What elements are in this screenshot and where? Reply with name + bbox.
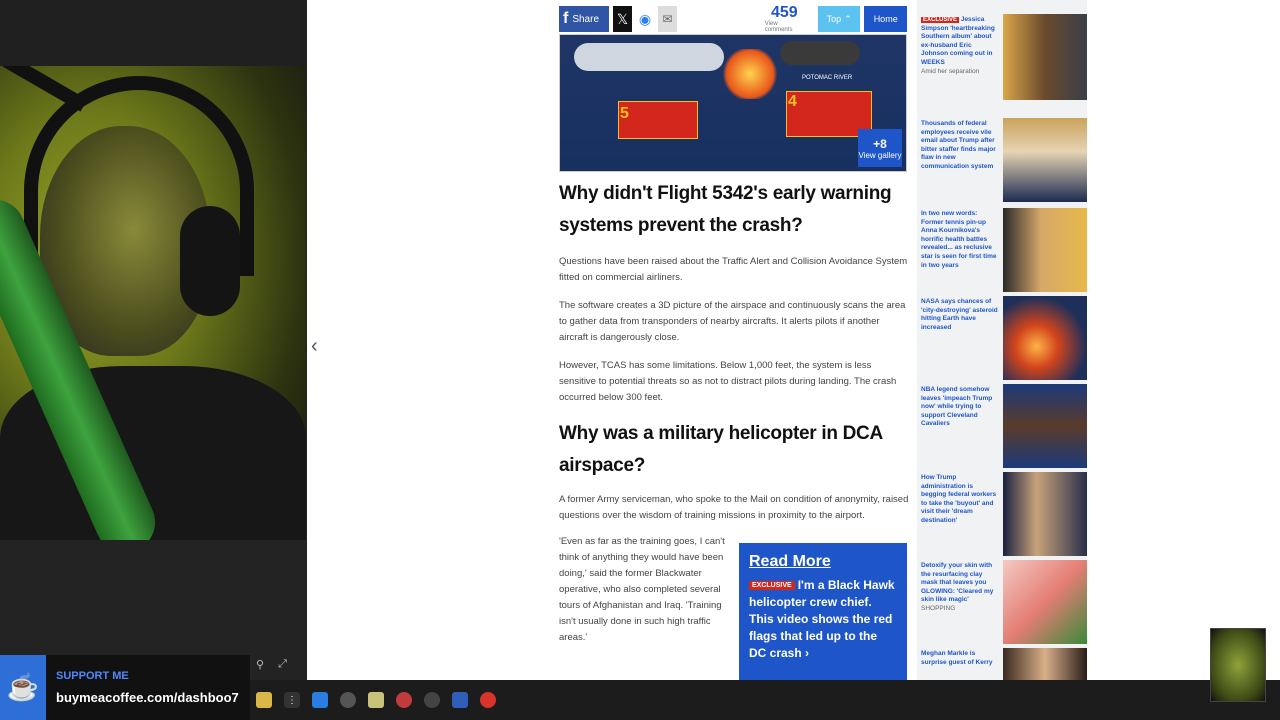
share-label: Share — [572, 13, 600, 25]
headphone-ear — [180, 206, 240, 316]
support-url: buymeacoffee.com/dashboo7 — [56, 690, 239, 705]
rail-item[interactable]: Meghan Markle is surprise guest of Kerry — [917, 648, 1087, 680]
step-4-number: 4 — [788, 93, 797, 110]
x-share-button[interactable]: 𝕏 — [613, 6, 632, 32]
gallery-label: View gallery — [858, 150, 902, 160]
rail-item[interactable]: Detoxify your skin with the resurfacing … — [917, 560, 1087, 646]
rail-item-text: Meghan Markle is surprise guest of Kerry — [921, 650, 993, 666]
settings-icon[interactable] — [424, 692, 440, 708]
rail-item[interactable]: Thousands of federal employees receive v… — [917, 118, 1087, 204]
comment-count[interactable]: 459 View comments — [764, 4, 804, 34]
edge-icon[interactable] — [312, 692, 328, 708]
rail-thumbnail[interactable] — [1003, 384, 1087, 468]
email-share-button[interactable]: ✉ — [658, 6, 677, 32]
paragraph: A former Army serviceman, who spoke to t… — [559, 494, 909, 521]
gallery-count: +8 — [873, 136, 887, 151]
nav-left-icon[interactable]: ‹ — [311, 335, 318, 358]
read-more-title[interactable]: Read More — [749, 553, 897, 571]
share-bar: f Share 𝕏 ◉ ✉ 459 View comments Top ⌃ Ho… — [559, 5, 907, 33]
rail-thumbnail[interactable] — [1003, 14, 1087, 100]
support-panel: ☕ SUPPORT ME buymeacoffee.com/dashboo7 — [0, 655, 250, 720]
step-5-box — [618, 101, 698, 139]
read-more-box[interactable]: Read More EXCLUSIVE I'm a Black Hawk heli… — [739, 543, 907, 680]
top-button[interactable]: Top ⌃ — [817, 6, 861, 32]
exclusive-badge: EXCLUSIVE — [749, 581, 795, 591]
expand-icon[interactable]: ⤢ — [278, 658, 287, 671]
top-label: Top — [826, 14, 842, 24]
chrome-icon[interactable] — [480, 692, 496, 708]
messenger-share-button[interactable]: ◉ — [636, 6, 655, 32]
terminal-icon[interactable]: ⋮ — [284, 692, 300, 708]
heading-military-helicopter: Why was a military helicopter in DCA air… — [559, 423, 883, 476]
rail-item-sub: Amid her separation — [921, 67, 980, 75]
rail-item[interactable]: NASA says chances of 'city-destroying' a… — [917, 296, 1087, 382]
screen: ☕ SUPPORT ME buymeacoffee.com/dashboo7 ⚲… — [0, 0, 1280, 720]
paragraph: However, TCAS has some limitations. Belo… — [559, 360, 897, 403]
rail-item-text: In two new words: Former tennis pin-up A… — [921, 210, 997, 269]
view-gallery-button[interactable]: +8 View gallery — [858, 129, 902, 167]
rail-item[interactable]: EXCLUSIVE Jessica Simpson 'heartbreaking… — [917, 14, 1087, 104]
step-5-number: 5 — [620, 105, 629, 122]
coffee-cup-icon: ☕ — [0, 655, 46, 720]
home-label: Home — [873, 14, 898, 24]
facebook-icon: f — [563, 10, 569, 27]
support-label: SUPPORT ME — [56, 670, 129, 682]
comment-count-sub: View comments — [764, 21, 793, 33]
webcam-feed — [0, 66, 306, 540]
read-more-text: I'm a Black Hawk helicopter crew chief. … — [749, 578, 895, 661]
rail-item-text: Thousands of federal employees receive v… — [921, 120, 996, 170]
folder-icon[interactable] — [256, 692, 272, 708]
explosion-shape — [720, 49, 780, 99]
rail-item-text: NBA legend somehow leaves 'impeach Trump… — [921, 386, 993, 428]
rail-thumbnail[interactable] — [1003, 648, 1087, 680]
app-icon[interactable] — [396, 692, 412, 708]
chart-app-icon[interactable] — [452, 692, 468, 708]
rail-item-text: NASA says chances of 'city-destroying' a… — [921, 298, 998, 331]
heading-warning-systems: Why didn't Flight 5342's early warning s… — [559, 183, 892, 236]
stream-top-area — [0, 0, 306, 66]
zoom-icon[interactable]: ⚲ — [256, 658, 264, 671]
taskbar: ⋮ — [250, 680, 1280, 720]
river-label: POTOMAC RIVER — [802, 75, 853, 81]
helicopter-shape — [780, 41, 860, 65]
mail-icon: ✉ — [662, 12, 673, 26]
exclusive-badge: EXCLUSIVE — [921, 17, 960, 23]
right-rail: EXCLUSIVE Jessica Simpson 'heartbreaking… — [917, 0, 1087, 680]
read-more-link[interactable]: EXCLUSIVE I'm a Black Hawk helicopter cre… — [749, 577, 897, 662]
zoom-controls: ⚲ ⤢ — [256, 658, 287, 671]
rail-thumbnail[interactable] — [1003, 208, 1087, 292]
airliner-shape — [574, 43, 724, 71]
paragraph: Questions have been raised about the Tra… — [559, 256, 908, 283]
rail-item[interactable]: NBA legend somehow leaves 'impeach Trump… — [917, 384, 1087, 470]
rail-thumbnail[interactable] — [1003, 472, 1087, 556]
rail-item-sub: SHOPPING — [921, 604, 956, 612]
rail-thumbnail[interactable] — [1003, 560, 1087, 644]
up-arrow-icon: ⌃ — [844, 13, 852, 24]
obs-icon[interactable] — [340, 692, 356, 708]
messenger-icon: ◉ — [638, 10, 652, 27]
streamer-avatar — [1210, 628, 1266, 702]
mic-arm — [2, 66, 88, 112]
facebook-share-button[interactable]: f Share — [559, 6, 610, 32]
paragraph: 'Even as far as the training goes, I can… — [559, 536, 725, 643]
home-button[interactable]: Home — [864, 6, 907, 32]
comment-count-value: 459 — [770, 4, 798, 21]
paragraph: The software creates a 3D picture of the… — [559, 300, 906, 343]
rail-item-text: How Trump administration is begging fede… — [921, 474, 997, 524]
rail-item-text: Detoxify your skin with the resurfacing … — [921, 562, 994, 604]
rail-thumbnail[interactable] — [1003, 118, 1087, 202]
rail-thumbnail[interactable] — [1003, 296, 1087, 380]
browser-page: ‹ f Share 𝕏 ◉ ✉ 459 View comments Top ⌃ — [307, 0, 1280, 680]
notes-icon[interactable] — [368, 692, 384, 708]
rail-item[interactable]: In two new words: Former tennis pin-up A… — [917, 208, 1087, 294]
rail-item-text: Jessica Simpson 'heartbreaking Southern … — [921, 16, 995, 66]
rail-item[interactable]: How Trump administration is begging fede… — [917, 472, 1087, 558]
crash-infographic[interactable]: POTOMAC RIVER 5 4 +8 View gallery — [559, 34, 907, 172]
x-icon: 𝕏 — [616, 10, 629, 27]
